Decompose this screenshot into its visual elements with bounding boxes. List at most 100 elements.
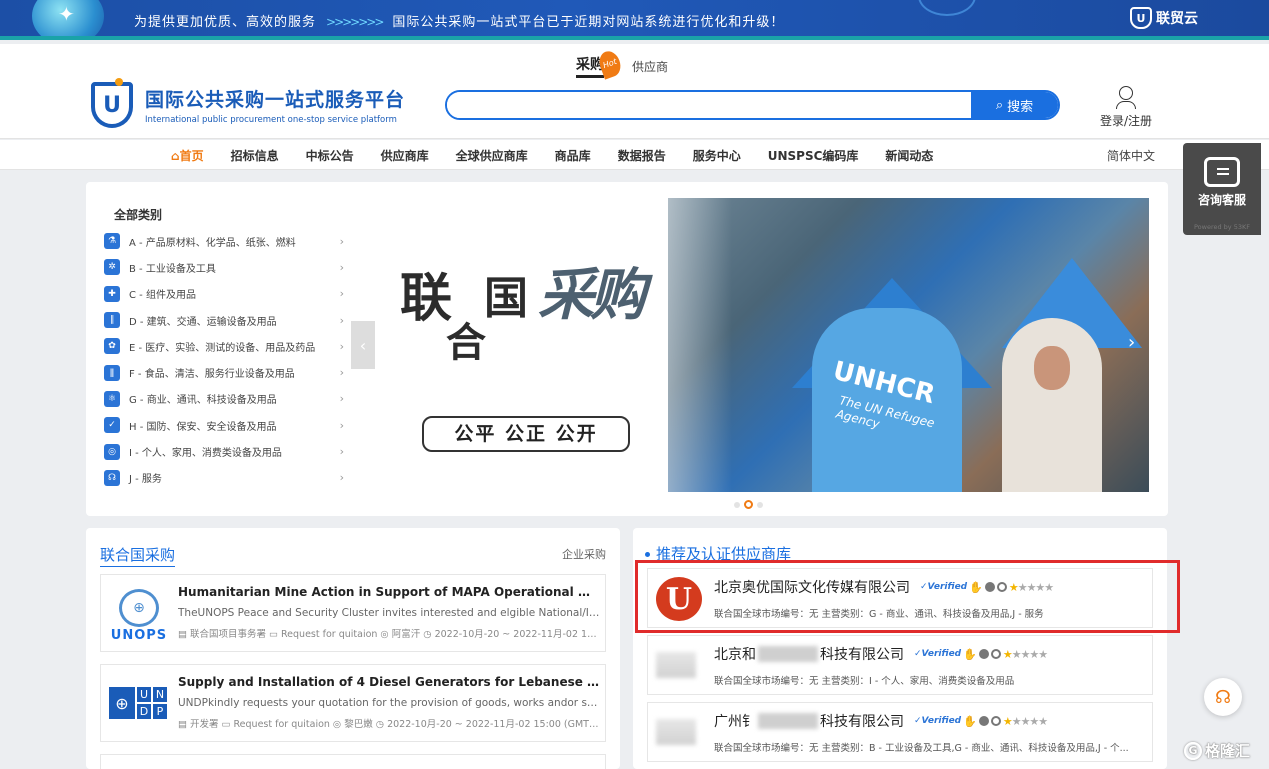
banner-message: 为提供更加优质、高效的服务 >>>>>>> 国际公共采购一站式平台已于近期对网站系统… xyxy=(134,11,784,30)
search-icon: ⌕ xyxy=(995,97,1004,112)
carousel-dot[interactable] xyxy=(734,501,740,508)
logo-shield-icon: U xyxy=(91,78,133,128)
nav-products[interactable]: 商品库 xyxy=(555,147,591,164)
tender-title[interactable]: Supply and Installation of 4 Diesel Gene… xyxy=(178,675,600,689)
medical-icon: ✿ xyxy=(104,338,120,355)
language-selector[interactable]: 简体中文 xyxy=(1107,147,1155,164)
undp-logo: ⊕ UNDP xyxy=(109,687,167,719)
nav-service-center[interactable]: 服务中心 xyxy=(693,147,741,164)
nav-suppliers[interactable]: 供应商库 xyxy=(381,147,429,164)
nav-awards[interactable]: 中标公告 xyxy=(306,147,354,164)
category-item[interactable]: ✚ C - 组件及用品 › xyxy=(104,281,344,307)
carousel-slide[interactable]: UNHCR The UN Refugee Agency 联 合 国 采购 公平 … xyxy=(352,198,1149,492)
announcement-banner[interactable]: ✦ 为提供更加优质、高效的服务 >>>>>>> 国际公共采购一站式平台已于近期对网站… xyxy=(0,0,1269,40)
gear-icon: ✲ xyxy=(104,259,120,276)
tender-card[interactable] xyxy=(100,754,606,769)
dove-icon: ✦ xyxy=(58,2,75,26)
road-icon: ∥ xyxy=(104,312,120,329)
aid-worker-figure: UNHCR The UN Refugee Agency xyxy=(812,308,962,492)
search-bar: ⌕ 搜索 xyxy=(445,90,1060,120)
watermark: G 格隆汇 xyxy=(1184,740,1250,761)
handshake-icon: ✋ xyxy=(963,647,977,661)
chevron-right-icon: › xyxy=(339,313,344,327)
banner-brand[interactable]: U 联贸云 xyxy=(1130,7,1198,29)
main-nav: ⌂首页 招标信息 中标公告 供应商库 全球供应商库 商品库 数据报告 服务中心 … xyxy=(0,140,1269,170)
refugee-camp-photo: UNHCR The UN Refugee Agency xyxy=(668,198,1149,492)
nav-global-suppliers[interactable]: 全球供应商库 xyxy=(456,147,528,164)
logo-title: 国际公共采购一站式服务平台 xyxy=(145,89,406,111)
highlight-box xyxy=(635,560,1180,633)
supplier-card[interactable]: 广州钅 科技有限公司 ✓Verified ✋ ★★★★★ 联合国全球市场编号：无 … xyxy=(647,702,1153,762)
customer-service-widget[interactable]: 咨询客服 Powered by 53KF xyxy=(1183,143,1261,235)
nav-tenders[interactable]: 招标信息 xyxy=(231,147,279,164)
chevron-right-icon: › xyxy=(339,445,344,459)
banner-arrows: >>>>>>> xyxy=(326,15,384,29)
login-register[interactable]: 登录/注册 xyxy=(1100,86,1152,129)
carousel-dot-active[interactable] xyxy=(744,500,753,509)
chevron-right-icon: › xyxy=(339,339,344,353)
search-button-label: 搜索 xyxy=(1007,98,1034,114)
redacted-text xyxy=(758,646,818,662)
atom-icon: ⚛ xyxy=(104,390,120,407)
carousel-prev-button[interactable]: ‹ xyxy=(351,321,375,369)
badge-ring-icon xyxy=(990,716,1001,726)
search-input[interactable] xyxy=(447,92,971,118)
tender-card[interactable]: ⊕ UNOPS Humanitarian Mine Action in Supp… xyxy=(100,574,606,652)
supplier-logo xyxy=(656,719,696,745)
category-item[interactable]: ✓ H - 国防、保安、安全设备及用品 › xyxy=(104,412,344,438)
chevron-right-icon: › xyxy=(339,418,344,432)
supplier-name[interactable]: 北京和 科技有限公司 ✓Verified ✋ ★★★★★ xyxy=(714,644,1048,664)
carousel-next-button[interactable]: › xyxy=(1128,332,1135,353)
site-logo[interactable]: U 国际公共采购一站式服务平台 International public pro… xyxy=(91,78,406,128)
carousel-dot[interactable] xyxy=(757,501,763,508)
support-headset-button[interactable]: ☊ xyxy=(1204,678,1242,716)
tender-meta: ▤ 开发署 ▭ Request for quitaion ◎ 黎巴嫩 ◷ 202… xyxy=(178,719,600,730)
supplier-badges: ✓Verified ✋ ★★★★★ xyxy=(914,647,1048,661)
enterprise-procurement-link[interactable]: 企业采购 xyxy=(562,546,606,562)
tender-card[interactable]: ⊕ UNDP Supply and Installation of 4 Dies… xyxy=(100,664,606,742)
search-type-tabs: 采购 Hot 供应商 xyxy=(576,48,668,80)
site-header: U 国际公共采购一站式服务平台 International public pro… xyxy=(0,44,1269,139)
tab-supplier[interactable]: 供应商 xyxy=(632,58,668,75)
search-button[interactable]: ⌕ 搜索 xyxy=(971,92,1058,118)
home-icon: ⌂ xyxy=(171,149,180,163)
nav-news[interactable]: 新闻动态 xyxy=(885,147,933,164)
carousel-slogan: 公平 公正 公开 xyxy=(422,416,630,452)
chat-bubble-icon xyxy=(1204,157,1240,187)
verified-icon: ✓Verified xyxy=(914,716,962,726)
supplier-badges: ✓Verified ✋ ★★★★★ xyxy=(914,715,1048,728)
un-procurement-title[interactable]: 联合国采购 xyxy=(100,544,176,567)
supplier-card[interactable]: 北京和 科技有限公司 ✓Verified ✋ ★★★★★ 联合国全球市场编号：无 … xyxy=(647,635,1153,695)
headset-icon: ☊ xyxy=(104,469,120,486)
category-item[interactable]: ✿ E - 医疗、实验、测试的设备、用品及药品 › xyxy=(104,333,344,359)
category-title: 全部类别 xyxy=(114,208,163,222)
category-item[interactable]: ☊ J - 服务 › xyxy=(104,465,344,491)
tender-title[interactable]: Humanitarian Mine Action in Support of M… xyxy=(178,585,600,599)
chevron-right-icon: › xyxy=(1128,332,1136,353)
category-item[interactable]: ǁF - 食品、清洁、服务行业设备及用品 › xyxy=(104,359,344,385)
puzzle-icon: ✚ xyxy=(104,285,120,302)
supplier-info: 联合国全球市场编号：无 主营类别：B - 工业设备及工具,G - 商业、通讯、科… xyxy=(714,743,1129,754)
supplier-name[interactable]: 广州钅 科技有限公司 ✓Verified ✋ ★★★★★ xyxy=(714,711,1048,731)
category-item[interactable]: ⚛ G - 商业、通讯、科技设备及用品 › xyxy=(104,386,344,412)
category-item[interactable]: ✲ B - 工业设备及工具 › xyxy=(104,254,344,280)
nav-home[interactable]: ⌂首页 xyxy=(171,147,204,164)
logo-subtitle: International public procurement one-sto… xyxy=(145,115,397,125)
nav-reports[interactable]: 数据报告 xyxy=(618,147,666,164)
badge-ring-icon xyxy=(990,649,1001,659)
nav-unspsc[interactable]: UNSPSC编码库 xyxy=(768,147,859,164)
chevron-right-icon: › xyxy=(339,287,344,301)
category-item[interactable]: ◎ I - 个人、家用、消费类设备及用品 › xyxy=(104,438,344,464)
shield-icon: ✓ xyxy=(104,417,120,434)
un-procurement-panel: 联合国采购 企业采购 ⊕ UNOPS Humanitarian Mine Act… xyxy=(86,528,620,769)
category-item[interactable]: ⚗ A - 产品原材料、化学品、纸张、燃料 › xyxy=(104,228,344,254)
banner-brand-label: 联贸云 xyxy=(1156,11,1198,27)
category-item[interactable]: ∥ D - 建筑、交通、运输设备及用品 › xyxy=(104,307,344,333)
utensils-icon: ǁ xyxy=(104,364,120,381)
decorative-ring xyxy=(918,0,976,16)
supplier-logo xyxy=(656,652,696,678)
banner-left-text: 为提供更加优质、高效的服务 xyxy=(134,15,317,30)
tender-description: TheUNOPS Peace and Security Cluster invi… xyxy=(178,607,600,619)
chevron-left-icon: ‹ xyxy=(359,335,367,355)
chevron-right-icon: › xyxy=(339,471,344,485)
